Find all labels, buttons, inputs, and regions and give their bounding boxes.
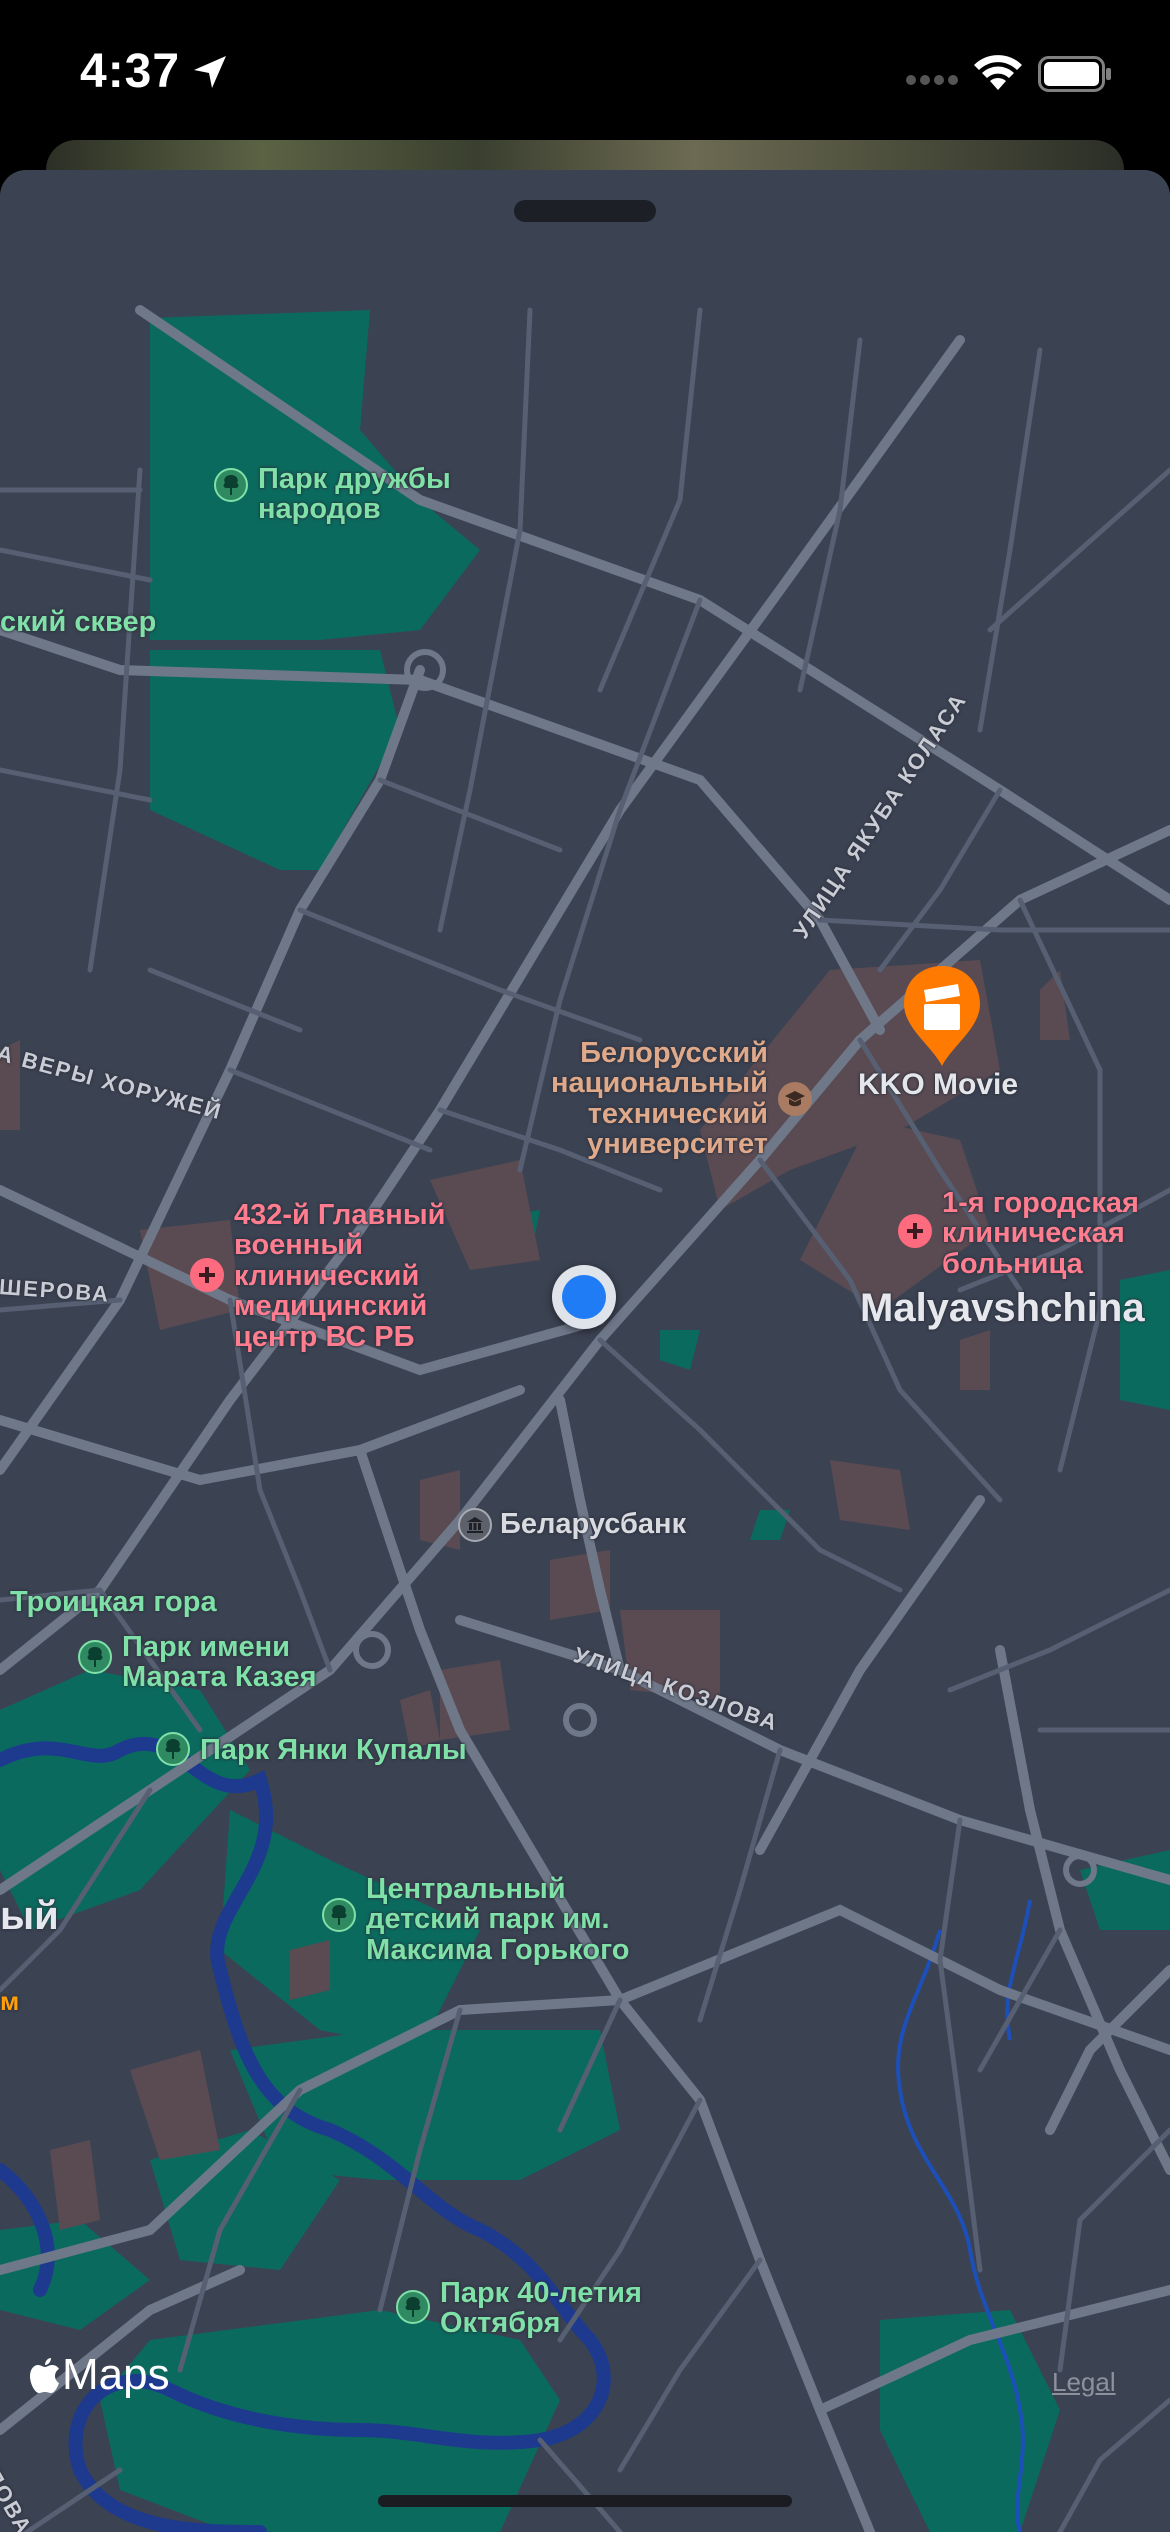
maps-brand-text: Maps (62, 2350, 170, 2399)
park-40-let-label[interactable]: Парк 40-летия Октября (440, 2278, 642, 2339)
military-medical-line-2: военный (234, 1229, 363, 1262)
city-hospital-line-2: клиническая (942, 1217, 1125, 1250)
map-canvas[interactable] (0, 170, 1170, 2532)
kko-movie-label[interactable]: KKO Movie (858, 1070, 1018, 1100)
park-kazeya-label[interactable]: Парк имени Марата Казея (122, 1632, 317, 1693)
partial-orange-label: м (0, 1988, 19, 2014)
park-40-let-line-1: Парк 40-летия (440, 2277, 642, 2309)
apple-maps-logo: Maps (28, 2350, 170, 2400)
home-indicator[interactable] (378, 2495, 792, 2507)
park-gorkogo-line-2: детский парк им. (366, 1903, 610, 1936)
cellular-signal-icon (906, 75, 958, 85)
skver-label[interactable]: ский сквер (0, 608, 156, 637)
university-line-2: национальный (550, 1067, 768, 1100)
graduation-cap-icon[interactable] (778, 1082, 812, 1116)
military-medical-line-1: 432-й Главный (234, 1199, 446, 1231)
sheet-grabber[interactable] (514, 200, 656, 222)
belarusbank-label[interactable]: Беларусбанк (500, 1510, 686, 1539)
legal-link[interactable]: Legal (1052, 2367, 1116, 2398)
city-hospital-line-1: 1-я городская (942, 1187, 1139, 1219)
user-location-dot[interactable] (552, 1265, 616, 1329)
park-kupaly-label[interactable]: Парк Янки Купалы (200, 1736, 467, 1765)
university-line-4: университет (587, 1128, 768, 1161)
park-gorkogo-line-3: Максима Горького (366, 1933, 630, 1966)
map-sheet[interactable]: Парк дружбы народов ский сквер Троицкая … (0, 170, 1170, 2532)
troitskaya-gora-label[interactable]: Троицкая гора (10, 1588, 217, 1617)
status-time: 4:37 (80, 45, 181, 98)
military-medical-line-4: медицинский (234, 1290, 428, 1323)
park-pin-icon[interactable] (396, 2290, 430, 2324)
skver-text: ский сквер (0, 606, 157, 638)
kko-movie-text: KKO Movie (858, 1068, 1019, 1101)
park-druzhby-line-2: народов (258, 493, 381, 526)
hospital-pin-icon[interactable] (898, 1214, 932, 1248)
military-medical-line-3: клинический (234, 1259, 420, 1292)
military-medical-center-label[interactable]: 432-й Главный военный клинический медици… (234, 1199, 446, 1353)
park-druzhby-label[interactable]: Парк дружбы народов (258, 464, 451, 525)
apple-logo-icon (30, 2358, 59, 2393)
university-label[interactable]: Белорусский национальный технический уни… (538, 1038, 768, 1160)
wifi-icon (974, 55, 1022, 90)
hospital-pin-icon[interactable] (190, 1258, 224, 1292)
city-hospital-label[interactable]: 1-я городская клиническая больница (942, 1187, 1139, 1280)
park-pin-icon[interactable] (156, 1732, 190, 1766)
cinema-pin-icon[interactable] (898, 962, 986, 1072)
partial-district-text: ый (0, 1894, 59, 1938)
park-kazeya-line-1: Парк имени (122, 1631, 291, 1663)
partial-district-label: ый (0, 1896, 59, 1936)
university-line-3: технический (587, 1097, 768, 1130)
park-40-let-line-2: Октября (440, 2307, 561, 2340)
university-line-1: Белорусский (580, 1037, 768, 1069)
park-gorkogo-label[interactable]: Центральный детский парк им. Максима Гор… (366, 1873, 630, 1966)
belarusbank-text: Беларусбанк (500, 1508, 687, 1540)
park-pin-icon[interactable] (214, 468, 248, 502)
status-bar: 4:37 (0, 0, 1170, 140)
park-kupaly-text: Парк Янки Купалы (200, 1734, 467, 1766)
park-pin-icon[interactable] (322, 1898, 356, 1932)
park-gorkogo-line-1: Центральный (366, 1873, 566, 1905)
location-arrow-icon (194, 56, 226, 88)
battery-icon (1038, 56, 1111, 92)
partial-orange-text: м (0, 1986, 20, 2016)
park-pin-icon[interactable] (78, 1640, 112, 1674)
district-malyavshchina-label[interactable]: Malyavshchina (860, 1288, 1145, 1328)
city-hospital-line-3: больница (942, 1247, 1083, 1280)
bank-pin-icon[interactable] (458, 1508, 492, 1542)
district-text: Malyavshchina (860, 1286, 1145, 1330)
park-kazeya-line-2: Марата Казея (122, 1661, 317, 1694)
troitskaya-gora-text: Троицкая гора (10, 1586, 217, 1618)
military-medical-line-5: центр ВС РБ (234, 1320, 415, 1353)
park-druzhby-line-1: Парк дружбы (258, 463, 451, 495)
